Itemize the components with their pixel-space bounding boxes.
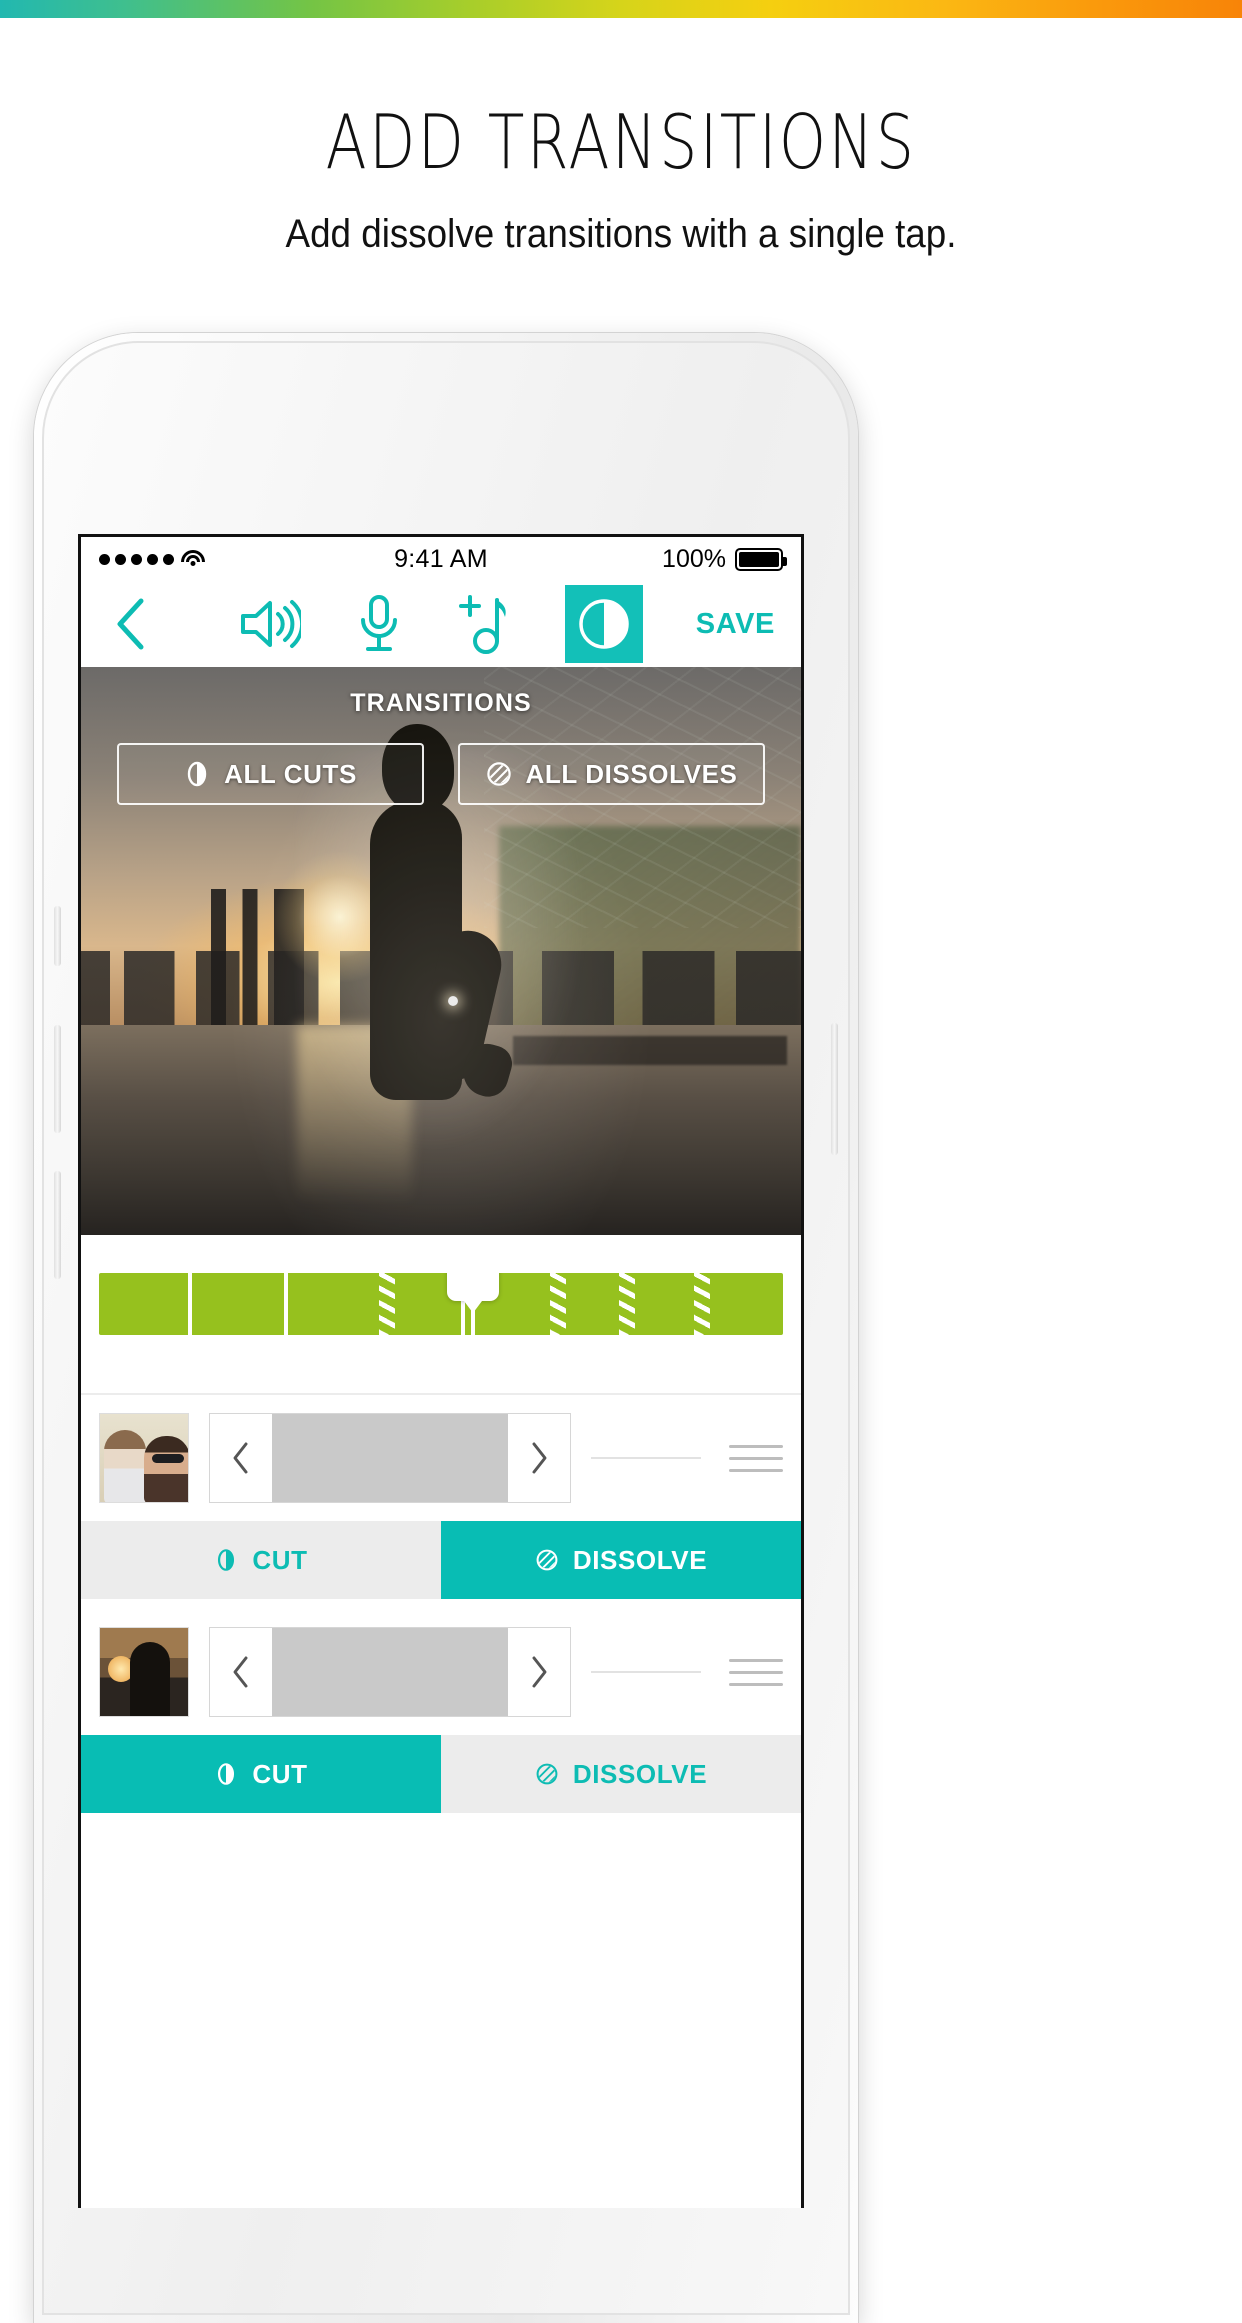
reorder-handle-icon[interactable] bbox=[721, 1658, 783, 1686]
page-subtitle: Add dissolve transitions with a single t… bbox=[285, 212, 957, 256]
dissolve-circle-icon bbox=[536, 1763, 558, 1785]
volume-up-button[interactable] bbox=[54, 1025, 61, 1133]
timeline[interactable] bbox=[81, 1235, 801, 1393]
battery-full-icon bbox=[735, 547, 787, 571]
all-dissolves-label: ALL DISSOLVES bbox=[525, 758, 738, 789]
cut-button[interactable]: CUT bbox=[81, 1521, 441, 1599]
dissolve-circle-icon bbox=[486, 762, 511, 786]
clip-trim-tail bbox=[591, 1457, 701, 1459]
transition-toggle-row: CUT DISSOLVE bbox=[81, 1521, 801, 1599]
list-item[interactable] bbox=[81, 1609, 801, 1735]
add-music-button[interactable] bbox=[457, 594, 509, 654]
row-divider bbox=[81, 1599, 801, 1609]
clip-thumbnail-couple[interactable] bbox=[99, 1413, 189, 1503]
dissolve-button[interactable]: DISSOLVE bbox=[441, 1735, 801, 1813]
transition-toggle-row: CUT DISSOLVE bbox=[81, 1735, 801, 1813]
dissolve-label: DISSOLVE bbox=[572, 1758, 708, 1789]
clip-trim-slider[interactable] bbox=[209, 1413, 571, 1503]
transitions-overlay-buttons: ALL CUTS ALL DISSOLVES bbox=[117, 743, 765, 805]
trim-end-handle[interactable] bbox=[508, 1414, 570, 1502]
trim-start-handle[interactable] bbox=[210, 1414, 272, 1502]
timeline-track[interactable] bbox=[99, 1273, 783, 1335]
all-cuts-button[interactable]: ALL CUTS bbox=[117, 743, 424, 805]
toolbar-tools bbox=[81, 585, 801, 663]
video-preview[interactable]: TRANSITIONS ALL CUTS ALL DISSOLVES bbox=[81, 667, 801, 1235]
cut-button[interactable]: CUT bbox=[81, 1735, 441, 1813]
transition-circle-icon bbox=[579, 599, 629, 649]
all-dissolves-button[interactable]: ALL DISSOLVES bbox=[458, 743, 765, 805]
all-cuts-label: ALL CUTS bbox=[224, 758, 357, 789]
clip-list: CUT DISSOLVE CUT DISSOLVE bbox=[81, 1393, 801, 1813]
timeline-playhead[interactable] bbox=[447, 1273, 499, 1335]
trim-start-handle[interactable] bbox=[210, 1628, 272, 1716]
clip-trim-tail bbox=[591, 1671, 701, 1673]
status-bar-time: 9:41 AM bbox=[394, 544, 488, 573]
status-bar: 9:41 AM 100% bbox=[81, 537, 801, 581]
list-item[interactable] bbox=[81, 1395, 801, 1521]
transitions-button[interactable] bbox=[565, 585, 643, 663]
cut-label: CUT bbox=[252, 1758, 308, 1789]
volume-button[interactable] bbox=[239, 598, 301, 650]
voiceover-button[interactable] bbox=[357, 594, 401, 654]
trim-end-handle[interactable] bbox=[508, 1628, 570, 1716]
trim-range[interactable] bbox=[272, 1414, 508, 1502]
playhead-handle-icon[interactable] bbox=[447, 1273, 499, 1301]
speaker-volume-icon bbox=[241, 600, 301, 648]
chevron-right-icon bbox=[532, 1442, 547, 1474]
cut-circle-icon bbox=[187, 761, 207, 787]
page-title: ADD TRANSITIONS bbox=[325, 98, 917, 186]
chevron-left-icon bbox=[233, 1656, 248, 1688]
volume-down-button[interactable] bbox=[54, 1171, 61, 1279]
microphone-icon bbox=[361, 595, 397, 651]
app-screen: 9:41 AM 100% SAVE TRANSITIONS ALL CUTS A… bbox=[78, 534, 804, 2208]
silent-switch[interactable] bbox=[54, 906, 61, 966]
clip-thumbnail-silhouette[interactable] bbox=[99, 1627, 189, 1717]
cut-circle-icon bbox=[218, 1763, 235, 1785]
chevron-left-icon bbox=[233, 1442, 248, 1474]
cut-label: CUT bbox=[252, 1544, 308, 1575]
top-gradient-bar bbox=[0, 0, 1242, 18]
add-music-note-icon bbox=[459, 595, 506, 654]
promo-header: ADD TRANSITIONS Add dissolve transitions… bbox=[0, 18, 1242, 257]
dissolve-label: DISSOLVE bbox=[572, 1544, 708, 1575]
chevron-right-icon bbox=[532, 1656, 547, 1688]
transitions-overlay-title: TRANSITIONS bbox=[350, 689, 532, 717]
power-button[interactable] bbox=[831, 1023, 838, 1155]
clip-trim-slider[interactable] bbox=[209, 1627, 571, 1717]
reorder-handle-icon[interactable] bbox=[721, 1444, 783, 1472]
cut-circle-icon bbox=[218, 1549, 235, 1571]
trim-range[interactable] bbox=[272, 1628, 508, 1716]
editor-toolbar: SAVE bbox=[81, 581, 801, 667]
dissolve-button[interactable]: DISSOLVE bbox=[441, 1521, 801, 1599]
dissolve-circle-icon bbox=[536, 1549, 558, 1571]
